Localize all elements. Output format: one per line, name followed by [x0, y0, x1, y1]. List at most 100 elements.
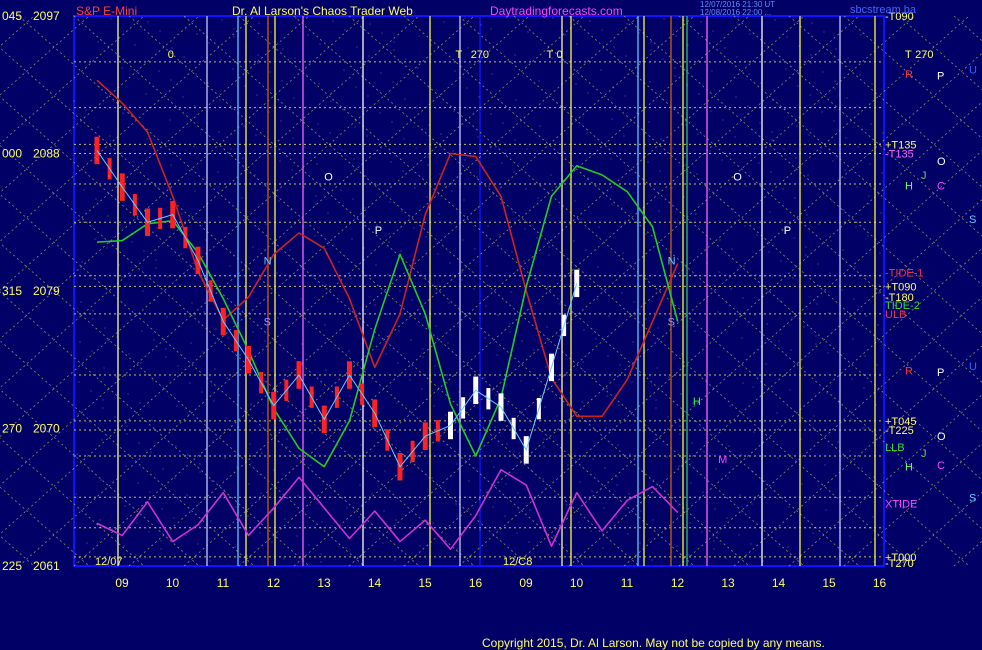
texture-dot: [597, 266, 599, 268]
grid-diagonal: [678, 296, 982, 567]
texture-dot: [805, 254, 807, 256]
texture-dot: [577, 553, 579, 555]
texture-dot: [674, 67, 676, 69]
texture-dot: [423, 316, 425, 318]
texture-dot: [398, 330, 400, 332]
texture-dot: [569, 392, 571, 394]
texture-dot: [213, 400, 215, 402]
texture-dot: [193, 145, 195, 147]
texture-dot: [862, 427, 864, 429]
texture-dot: [771, 139, 773, 141]
planet-label: J: [921, 448, 927, 460]
texture-dot: [383, 510, 385, 512]
texture-dot: [411, 299, 413, 301]
texture-dot: [730, 288, 732, 290]
texture-dot: [848, 490, 850, 492]
texture-dot: [333, 530, 335, 532]
texture-dot: [813, 415, 815, 417]
planet-label: P: [937, 71, 944, 83]
time-marker-label: M: [718, 454, 727, 466]
texture-dot: [760, 82, 762, 84]
texture-dot: [191, 302, 193, 304]
texture-dot: [262, 412, 264, 414]
texture-dot: [355, 86, 357, 88]
texture-dot: [708, 182, 710, 184]
texture-dot: [682, 236, 684, 238]
texture-dot: [326, 252, 328, 254]
texture-dot: [427, 156, 429, 158]
texture-dot: [800, 438, 802, 440]
texture-dot: [300, 298, 302, 300]
texture-dot: [370, 533, 372, 535]
grid-diagonal: [0, 144, 475, 567]
texture-dot: [212, 440, 214, 442]
texture-dot: [158, 70, 160, 72]
texture-dot: [557, 375, 559, 377]
texture-dot: [504, 515, 506, 517]
texture-dot: [587, 177, 589, 179]
texture-dot: [514, 54, 516, 56]
texture-dot: [253, 291, 255, 293]
texture-dot: [681, 353, 683, 355]
texture-dot: [768, 251, 770, 253]
texture-dot: [555, 455, 557, 457]
texture-dot: [558, 343, 560, 345]
texture-dot: [513, 171, 515, 173]
texture-dot: [397, 362, 399, 364]
texture-dot: [412, 259, 414, 261]
texture-dot: [286, 438, 288, 440]
texture-dot: [126, 425, 128, 427]
texture-dot: [359, 399, 361, 401]
texture-dot: [539, 125, 541, 127]
grid-diagonal: [0, 15, 585, 535]
texture-dot: [603, 507, 605, 509]
texture-dot: [530, 469, 532, 471]
texture-dot: [330, 92, 332, 94]
website-link[interactable]: Daytradingforecasts.com: [490, 4, 623, 18]
texture-dot: [746, 145, 748, 147]
texture-dot: [190, 342, 192, 344]
texture-dot: [866, 275, 868, 277]
texture-dot: [388, 241, 390, 243]
time-marker-label: 0: [168, 49, 174, 61]
texture-dot: [766, 323, 768, 325]
texture-dot: [356, 46, 358, 48]
texture-dot: [607, 355, 609, 357]
texture-dot: [308, 544, 310, 546]
texture-dot: [284, 518, 286, 520]
texture-dot: [572, 272, 574, 274]
texture-dot: [358, 516, 360, 518]
texture-dot: [229, 265, 231, 267]
texture-dot: [479, 529, 481, 531]
texture-dot: [702, 491, 704, 493]
texture-dot: [728, 445, 730, 447]
y-tick-right-label: 2088: [33, 147, 60, 161]
texture-dot: [501, 162, 503, 164]
texture-dot: [611, 203, 613, 205]
texture-dot: [596, 298, 598, 300]
texture-dot: [348, 350, 350, 352]
grid-diagonal: [18, 15, 640, 567]
texture-dot: [215, 328, 217, 330]
texture-dot: [183, 56, 185, 58]
texture-dot: [353, 158, 355, 160]
copyright-notice: Copyright 2015, Dr. Al Larson. May not b…: [482, 636, 825, 650]
texture-dot: [189, 374, 191, 376]
texture-dot: [239, 354, 241, 356]
texture-dot: [717, 311, 719, 313]
texture-dot: [612, 86, 614, 88]
texture-dot: [364, 207, 366, 209]
texture-dot: [350, 278, 352, 280]
texture-dot: [136, 522, 138, 524]
texture-dot: [113, 456, 115, 458]
texture-dot: [538, 80, 540, 82]
texture-dot: [509, 323, 511, 325]
texture-dot: [483, 377, 485, 379]
time-marker-label: P: [784, 225, 791, 237]
x-tick-label: 12: [671, 576, 685, 590]
texture-dot: [417, 67, 419, 69]
texture-dot: [856, 186, 858, 188]
texture-dot: [521, 340, 523, 342]
texture-dot: [438, 213, 440, 215]
texture-dot: [375, 264, 377, 266]
